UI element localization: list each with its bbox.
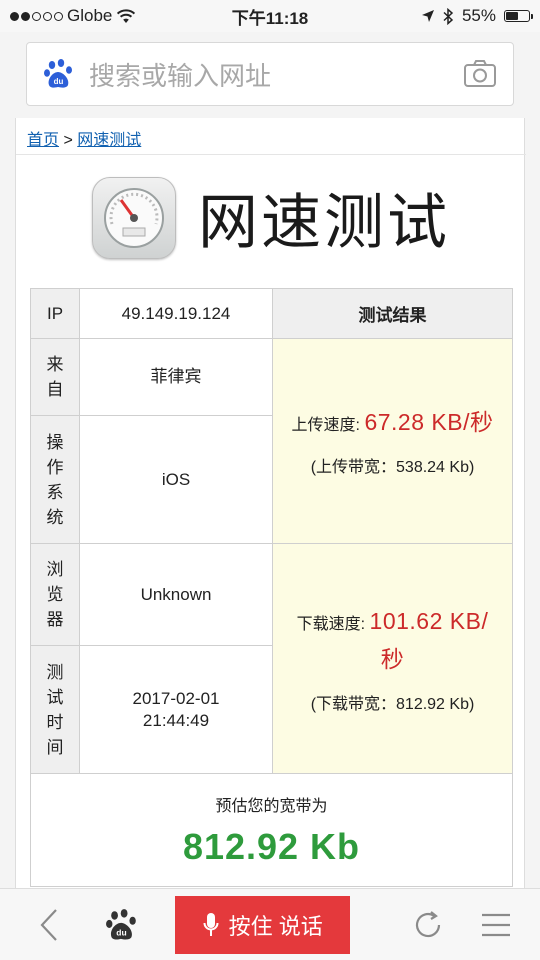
menu-icon [482, 913, 511, 936]
breadcrumb-divider [16, 154, 526, 155]
estimate-label: 预估您的宽带为 [215, 798, 328, 815]
test-time-value: 2017-02-01 21:44:49 [79, 645, 273, 774]
svg-text:du: du [116, 927, 126, 937]
baidu-paw-icon: du [44, 59, 72, 88]
test-time-label: 测试时间 [30, 645, 80, 774]
upload-bandwidth: (上传带宽：538.24 Kb) [310, 459, 475, 476]
signal-strength-icon [10, 11, 63, 21]
test-date: 2017-02-01 [132, 688, 220, 708]
battery-level [506, 12, 519, 20]
download-speed: 下载速度: 101.62 KB/秒 [287, 604, 498, 680]
result-header: 测试结果 [272, 288, 513, 339]
ip-value: 49.149.19.124 [79, 288, 273, 339]
upload-speed-label: 上传速度: [291, 417, 360, 434]
camera-icon[interactable] [463, 59, 497, 89]
search-input[interactable]: du 搜索或输入网址 [26, 42, 514, 106]
download-bandwidth: (下载带宽：812.92 Kb) [310, 695, 475, 713]
battery-percent: 55% [461, 6, 496, 25]
web-page: 首页 > 网速测试 网速测试 IP 49.149.19.124 测试结果 来自 … [15, 118, 526, 888]
breadcrumb-current-link[interactable]: 网速测试 [77, 132, 141, 149]
battery-icon [504, 10, 533, 22]
bottom-toolbar: du 按住 说话 [0, 888, 540, 960]
upload-speed-value: 67.28 KB/秒 [364, 409, 494, 435]
page-header: 网速测试 [92, 174, 450, 261]
carrier-name: Globe [67, 6, 113, 25]
back-chevron-icon [40, 908, 57, 941]
home-button[interactable]: du [97, 908, 146, 942]
from-value: 菲律宾 [79, 338, 273, 416]
estimate-value: 812.92 Kb [182, 826, 361, 867]
refresh-icon [416, 910, 441, 937]
download-result: 下载速度: 101.62 KB/秒 (下载带宽：812.92 Kb) [272, 543, 513, 774]
os-value: iOS [79, 415, 273, 544]
breadcrumb: 首页 > 网速测试 [27, 126, 141, 150]
baidu-paw-icon: du [105, 908, 136, 939]
from-label: 来自 [30, 338, 80, 416]
browser-value: Unknown [79, 543, 273, 646]
menu-button[interactable] [452, 912, 540, 938]
status-bar: Globe 下午11:18 55% [0, 0, 540, 32]
voice-input-button[interactable]: 按住 说话 [175, 895, 351, 954]
table-row: 预估您的宽带为 812.92 Kb [30, 773, 513, 887]
status-left: Globe [10, 6, 200, 26]
browser-label: 浏览器 [30, 543, 80, 646]
table-row: 来自 菲律宾 上传速度: 67.28 KB/秒 (上传带宽：538.24 Kb) [30, 338, 513, 544]
back-button[interactable] [0, 908, 97, 942]
wifi-icon [117, 8, 136, 23]
search-area: du 搜索或输入网址 [0, 32, 540, 116]
speedometer-icon [92, 176, 176, 259]
search-placeholder: 搜索或输入网址 [89, 60, 272, 91]
download-speed-label: 下载速度: [296, 615, 366, 633]
bandwidth-estimate: 预估您的宽带为 812.92 Kb [30, 773, 513, 887]
upload-result: 上传速度: 67.28 KB/秒 (上传带宽：538.24 Kb) [272, 338, 513, 544]
ip-label: IP [30, 288, 80, 339]
svg-text:du: du [54, 77, 64, 86]
clock: 下午11:18 [231, 8, 309, 28]
table-row: 浏览器 Unknown 下载速度: 101.62 KB/秒 (下载带宽：812.… [30, 543, 513, 774]
page-title: 网速测试 [198, 189, 450, 256]
bluetooth-icon [443, 7, 454, 25]
refresh-button[interactable] [404, 909, 453, 941]
speed-test-table: IP 49.149.19.124 测试结果 来自 菲律宾 上传速度: 67.28… [30, 288, 513, 887]
voice-input-label: 按住 说话 [228, 913, 323, 939]
breadcrumb-home-link[interactable]: 首页 [27, 132, 59, 149]
breadcrumb-separator: > [63, 132, 73, 149]
test-clock: 21:44:49 [142, 710, 210, 730]
upload-speed: 上传速度: 67.28 KB/秒 [287, 405, 498, 443]
table-row: IP 49.149.19.124 测试结果 [30, 288, 513, 339]
status-right: 55% [340, 6, 533, 26]
location-arrow-icon [421, 10, 434, 22]
microphone-icon [203, 912, 219, 936]
download-speed-value: 101.62 KB/秒 [369, 607, 489, 672]
os-label: 操作系统 [30, 415, 80, 544]
